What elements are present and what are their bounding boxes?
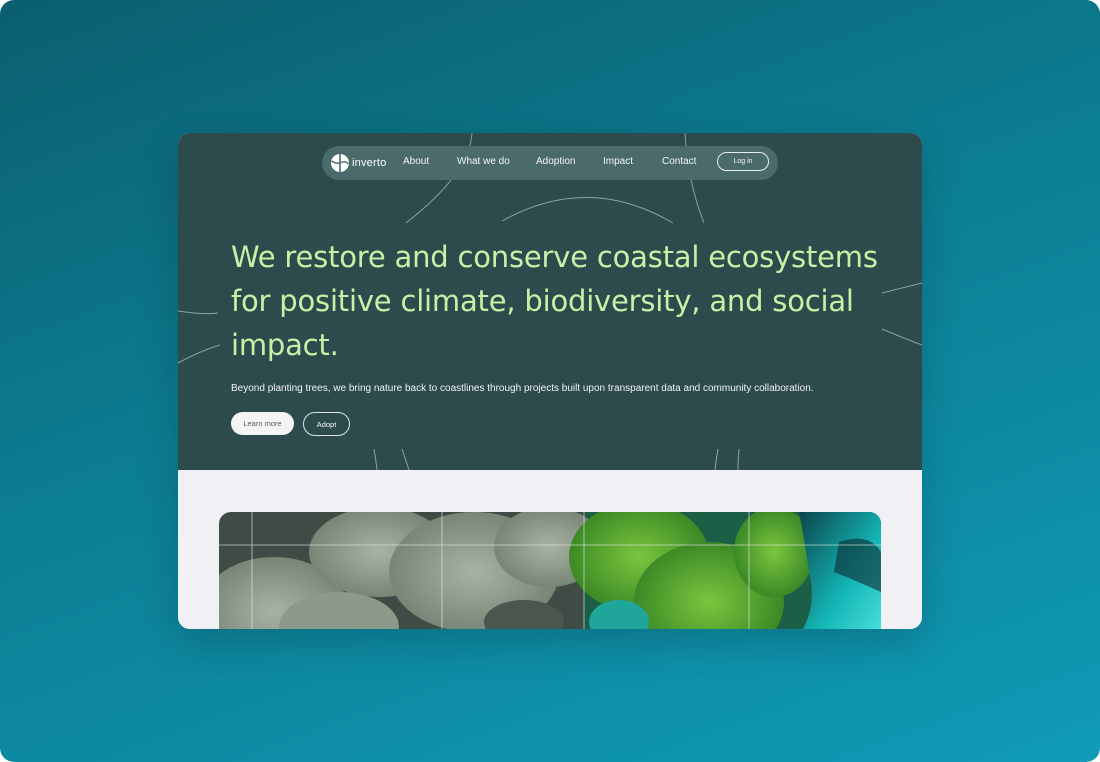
nav-link-impact[interactable]: Impact bbox=[603, 156, 633, 167]
hero-section: inverto About What we do Adoption Impact… bbox=[178, 133, 922, 470]
headline-line: We restore and conserve coastal ecosyste… bbox=[231, 240, 878, 274]
nav-link-adoption[interactable]: Adoption bbox=[536, 156, 575, 167]
adopt-button[interactable]: Adopt bbox=[303, 412, 350, 436]
mangrove-aerial-photo bbox=[219, 512, 881, 629]
headline-line: impact. bbox=[231, 328, 339, 362]
hero-subtext: Beyond planting trees, we bring nature b… bbox=[231, 383, 814, 394]
headline-line: for positive climate, biodiversity, and … bbox=[231, 284, 854, 318]
login-button[interactable]: Log in bbox=[717, 152, 769, 171]
nav-link-what-we-do[interactable]: What we do bbox=[457, 156, 510, 167]
leaf-logo-icon bbox=[331, 154, 350, 172]
nav-link-about[interactable]: About bbox=[403, 156, 429, 167]
page-background: inverto About What we do Adoption Impact… bbox=[0, 0, 1100, 762]
photo-illustration bbox=[219, 512, 881, 629]
website-preview-card: inverto About What we do Adoption Impact… bbox=[178, 133, 922, 629]
nav-link-contact[interactable]: Contact bbox=[662, 156, 696, 167]
image-section bbox=[178, 470, 922, 629]
brand-name: inverto bbox=[352, 157, 387, 169]
hero-headline: We restore and conserve coastal ecosyste… bbox=[231, 235, 881, 367]
top-navigation: inverto About What we do Adoption Impact… bbox=[322, 146, 778, 180]
brand-logo[interactable]: inverto bbox=[330, 153, 386, 173]
learn-more-button[interactable]: Learn more bbox=[231, 412, 294, 435]
